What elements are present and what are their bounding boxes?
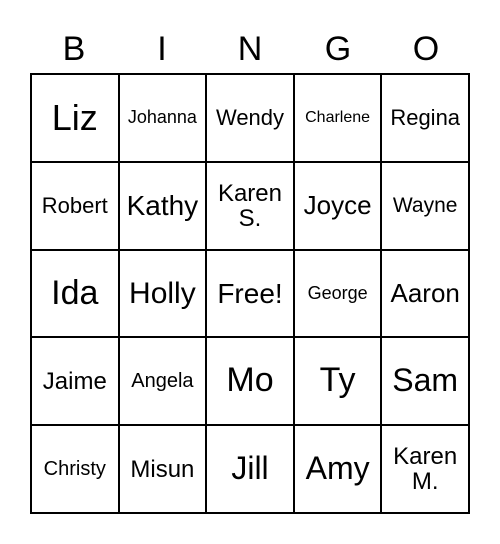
cell-label: Amy <box>305 450 370 487</box>
bingo-cell[interactable]: Misun <box>118 425 207 513</box>
cell-label: Robert <box>41 193 108 219</box>
bingo-cell[interactable]: Johanna <box>118 74 207 162</box>
bingo-cell[interactable]: Aaron <box>381 249 469 338</box>
cell-label: Aaron <box>390 277 460 308</box>
bingo-cell[interactable]: George <box>293 249 382 338</box>
bingo-cell[interactable]: Holly <box>118 249 207 338</box>
cell-label: Joyce <box>303 190 372 221</box>
cell-label: Free! <box>217 277 283 309</box>
header-letter-b: B <box>62 30 86 68</box>
header-letter-g: G <box>324 30 352 68</box>
bingo-cell[interactable]: Amy <box>293 425 382 513</box>
bingo-cell[interactable]: Christy <box>31 425 119 513</box>
bingo-cell[interactable]: Angela <box>118 337 207 426</box>
cell-label: Karen S. <box>217 179 282 232</box>
bingo-cell[interactable]: Mo <box>206 337 294 426</box>
bingo-cell[interactable]: Karen M. <box>381 425 469 513</box>
cell-label: Karen M. <box>393 442 458 496</box>
bingo-cell[interactable]: Kathy <box>118 161 207 250</box>
cell-label: Charlene <box>305 108 371 126</box>
bingo-cell[interactable]: Jaime <box>31 337 119 426</box>
bingo-cell[interactable]: Regina <box>381 74 469 162</box>
cell-label: Ty <box>319 361 356 400</box>
cell-label: Regina <box>390 105 461 131</box>
bingo-cell[interactable]: Charlene <box>293 74 382 162</box>
header-letter-i: I <box>157 30 167 68</box>
bingo-cell[interactable]: Jill <box>206 425 294 513</box>
bingo-cell[interactable]: Robert <box>31 161 119 250</box>
cell-label: Christy <box>43 457 106 480</box>
bingo-cell[interactable]: Joyce <box>293 161 382 250</box>
cell-label: George <box>307 283 368 304</box>
cell-label: Kathy <box>126 190 199 221</box>
header-letter-o: O <box>412 30 440 68</box>
cell-label: Angela <box>131 369 194 392</box>
cell-label: Jill <box>231 450 269 487</box>
cell-label: Mo <box>226 361 274 400</box>
bingo-cell[interactable]: Free! <box>206 249 294 338</box>
header-letter-n: N <box>237 30 263 68</box>
cell-label: Sam <box>392 362 459 399</box>
bingo-cell[interactable]: Sam <box>381 337 469 426</box>
bingo-cell[interactable]: Ida <box>31 249 119 338</box>
bingo-cell[interactable]: Wayne <box>381 161 469 250</box>
bingo-cell[interactable]: Wendy <box>206 74 294 162</box>
cell-label: Jaime <box>42 367 107 395</box>
bingo-cell[interactable]: Ty <box>293 337 382 426</box>
cell-label: Wayne <box>392 193 458 217</box>
cell-label: Liz <box>51 97 98 138</box>
bingo-cell[interactable]: Liz <box>31 74 119 162</box>
cell-label: Wendy <box>215 105 285 131</box>
cell-label: Ida <box>51 273 99 312</box>
cell-label: Misun <box>130 455 195 483</box>
bingo-header: B I N G O <box>30 26 470 72</box>
bingo-cell[interactable]: Karen S. <box>206 161 294 250</box>
bingo-grid: Liz Johanna Wendy Charlene Regina Robert Kathy… <box>30 73 470 514</box>
cell-label: Johanna <box>127 107 197 128</box>
cell-label: Holly <box>129 276 196 310</box>
